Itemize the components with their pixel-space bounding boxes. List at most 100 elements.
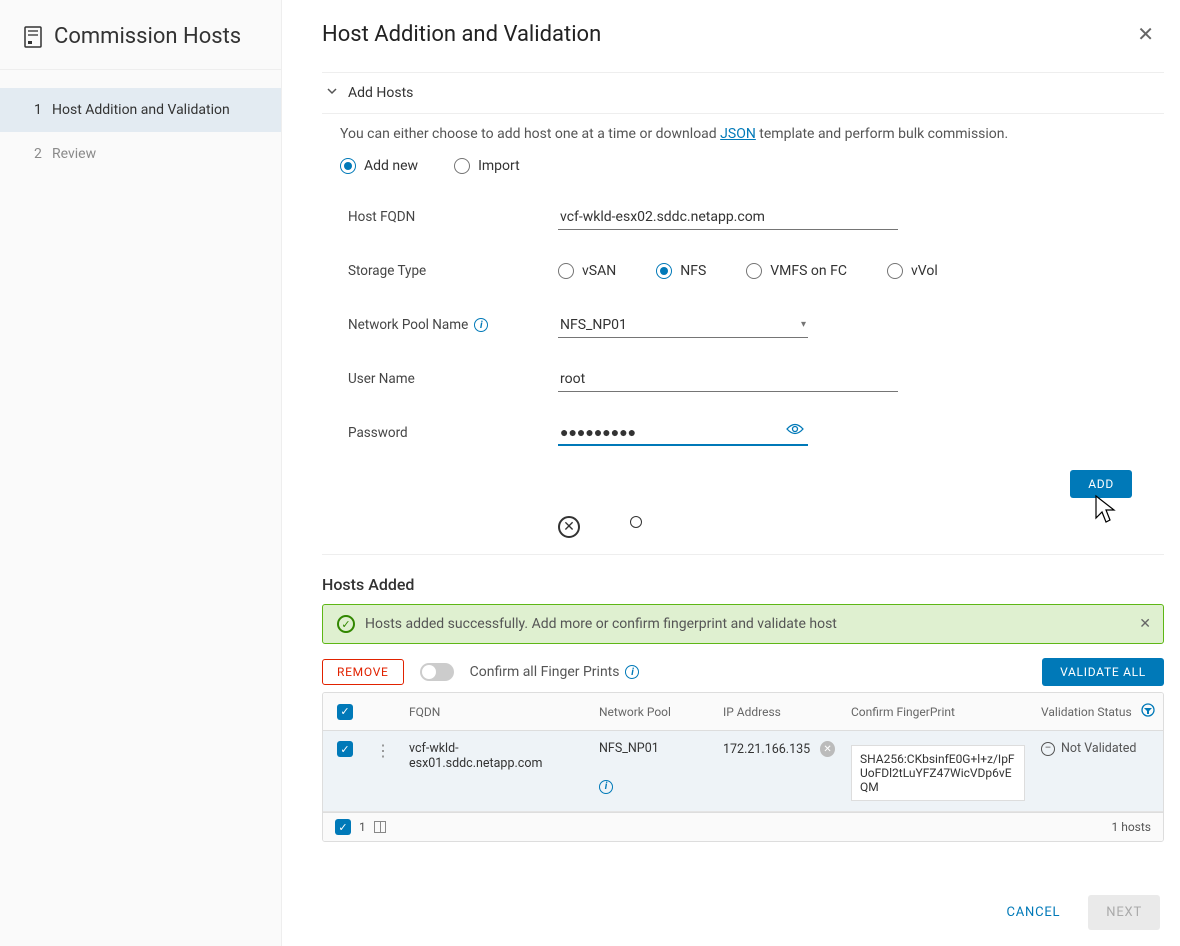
table-row[interactable]: ✓ ⋮ vcf-wkld-esx01.sddc.netapp.com NFS_N… [323, 731, 1163, 812]
main-header: Host Addition and Validation ✕ [322, 18, 1164, 50]
cancel-button[interactable]: CANCEL [993, 895, 1075, 930]
next-button[interactable]: NEXT [1088, 895, 1160, 930]
cell-fingerprint: SHA256:CKbsinfE0G+l+z/IpFUoFDl2tLuYFZ47W… [843, 731, 1033, 811]
reveal-password-icon[interactable] [786, 422, 804, 440]
radio-import[interactable]: Import [454, 158, 520, 174]
storage-type-group: vSAN NFS VMFS on FC vVol [558, 263, 938, 279]
clear-circle-icon[interactable]: ✕ [558, 516, 580, 538]
radio-icon [746, 263, 762, 279]
password-input[interactable] [558, 420, 808, 446]
info-icon[interactable]: i [599, 780, 613, 794]
radio-vmfs-fc[interactable]: VMFS on FC [746, 263, 847, 279]
network-pool-label: Network Pool Name i [348, 317, 558, 333]
radio-icon [887, 263, 903, 279]
add-button-row: ADD [322, 470, 1164, 510]
step-label: Review [52, 146, 96, 162]
add-button[interactable]: ADD [1070, 470, 1132, 498]
storage-type-label: Storage Type [348, 263, 558, 279]
radio-nfs[interactable]: NFS [656, 263, 706, 279]
add-hosts-toggle[interactable]: Add Hosts [322, 73, 1164, 113]
row-actions-icon[interactable]: ⋮ [375, 741, 391, 760]
host-fqdn-label: Host FQDN [348, 209, 558, 225]
info-icon[interactable]: i [474, 318, 488, 332]
extra-icons-row: ✕ [322, 510, 1164, 554]
wizard-steps: 1 Host Addition and Validation 2 Review [0, 88, 281, 176]
table-footer: ✓ 1 1 hosts [323, 812, 1163, 841]
json-template-link[interactable]: JSON [720, 126, 756, 142]
hosts-icon [24, 26, 42, 48]
radio-icon [340, 158, 356, 174]
step-number: 1 [34, 102, 52, 118]
col-network-pool[interactable]: Network Pool [591, 695, 715, 729]
row-checkbox[interactable]: ✓ [337, 741, 353, 757]
select-all-checkbox[interactable]: ✓ [337, 704, 353, 720]
user-name-label: User Name [348, 371, 558, 387]
step-label: Host Addition and Validation [52, 102, 230, 118]
add-hosts-panel: Add Hosts [322, 72, 1164, 114]
intro-text: You can either choose to add host one at… [322, 114, 1164, 144]
hosts-added-success-alert: ✓ Hosts added successfully. Add more or … [322, 604, 1164, 644]
total-hosts-label: 1 hosts [1112, 820, 1152, 834]
col-fqdn[interactable]: FQDN [401, 695, 591, 729]
mode-radio-group: Add new Import [322, 144, 1164, 180]
radio-vvol[interactable]: vVol [887, 263, 938, 279]
chevron-down-icon [326, 85, 338, 101]
password-label: Password [348, 425, 558, 441]
network-pool-select[interactable]: NFS_NP01 ▾ [558, 313, 808, 338]
cell-fqdn: vcf-wkld-esx01.sddc.netapp.com [401, 731, 591, 781]
add-host-form: Host FQDN Storage Type vSAN NFS VMFS on … [322, 180, 1164, 470]
sidebar: Commission Hosts 1 Host Addition and Val… [0, 0, 282, 946]
close-icon[interactable]: ✕ [1133, 18, 1158, 50]
radio-label: vVol [911, 263, 938, 279]
chevron-down-icon: ▾ [801, 319, 806, 330]
radio-label: Import [478, 158, 520, 174]
info-icon[interactable]: i [625, 665, 639, 679]
confirm-all-fingerprints-label: Confirm all Finger Prints i [470, 664, 640, 680]
not-validated-icon: – [1041, 742, 1055, 756]
network-pool-label-text: Network Pool Name [348, 317, 468, 333]
wizard-footer: CANCEL NEXT [993, 895, 1160, 930]
main-panel: Host Addition and Validation ✕ Add Hosts… [282, 0, 1180, 946]
clear-icon[interactable]: ✕ [820, 741, 835, 757]
hosts-table-toolbar: REMOVE Confirm all Finger Prints i VALID… [322, 658, 1164, 686]
wizard-step-host-addition[interactable]: 1 Host Addition and Validation [0, 88, 281, 132]
confirm-all-fingerprints-toggle[interactable] [420, 663, 454, 681]
radio-icon [454, 158, 470, 174]
fingerprint-text: SHA256:CKbsinfE0G+l+z/IpFUoFDl2tLuYFZ47W… [851, 745, 1025, 801]
radio-add-new[interactable]: Add new [340, 158, 418, 174]
radio-icon [558, 263, 574, 279]
footer-select-indicator[interactable]: ✓ [335, 819, 351, 835]
selected-count: 1 [359, 820, 366, 834]
columns-icon[interactable] [374, 821, 386, 833]
intro-post: template and perform bulk commission. [756, 126, 1008, 142]
radio-vsan[interactable]: vSAN [558, 263, 616, 279]
radio-label: vSAN [582, 263, 616, 279]
table-header-row: ✓ FQDN Network Pool IP Address Confirm F… [323, 693, 1163, 731]
hosts-table: ✓ FQDN Network Pool IP Address Confirm F… [322, 692, 1164, 842]
hosts-added-title: Hosts Added [322, 555, 1164, 604]
intro-pre: You can either choose to add host one at… [340, 126, 720, 142]
cell-validation-status: – Not Validated [1033, 731, 1163, 766]
filter-icon[interactable] [1141, 703, 1155, 720]
select-value: NFS_NP01 [560, 317, 627, 333]
remove-button[interactable]: REMOVE [322, 659, 404, 685]
col-confirm-fingerprint[interactable]: Confirm FingerPrint [843, 695, 1033, 729]
radio-label: Add new [364, 158, 418, 174]
add-hosts-header-label: Add Hosts [348, 85, 413, 101]
host-fqdn-input[interactable] [558, 205, 898, 230]
col-validation-status[interactable]: Validation Status [1033, 693, 1163, 730]
empty-circle-icon [630, 516, 642, 528]
alert-text: Hosts added successfully. Add more or co… [365, 616, 837, 632]
alert-close-icon[interactable]: ✕ [1139, 616, 1151, 632]
sidebar-header: Commission Hosts [0, 16, 281, 70]
user-name-input[interactable] [558, 367, 898, 392]
validate-all-button[interactable]: VALIDATE ALL [1042, 658, 1164, 686]
radio-label: VMFS on FC [770, 263, 847, 279]
col-ip-address[interactable]: IP Address [715, 695, 843, 729]
radio-icon [656, 263, 672, 279]
check-circle-icon: ✓ [337, 615, 355, 633]
wizard-step-review[interactable]: 2 Review [0, 132, 281, 176]
radio-label: NFS [680, 263, 706, 279]
cell-network-pool: NFS_NP01 i [591, 731, 715, 804]
cell-ip: 172.21.166.135 ✕ [715, 731, 843, 767]
